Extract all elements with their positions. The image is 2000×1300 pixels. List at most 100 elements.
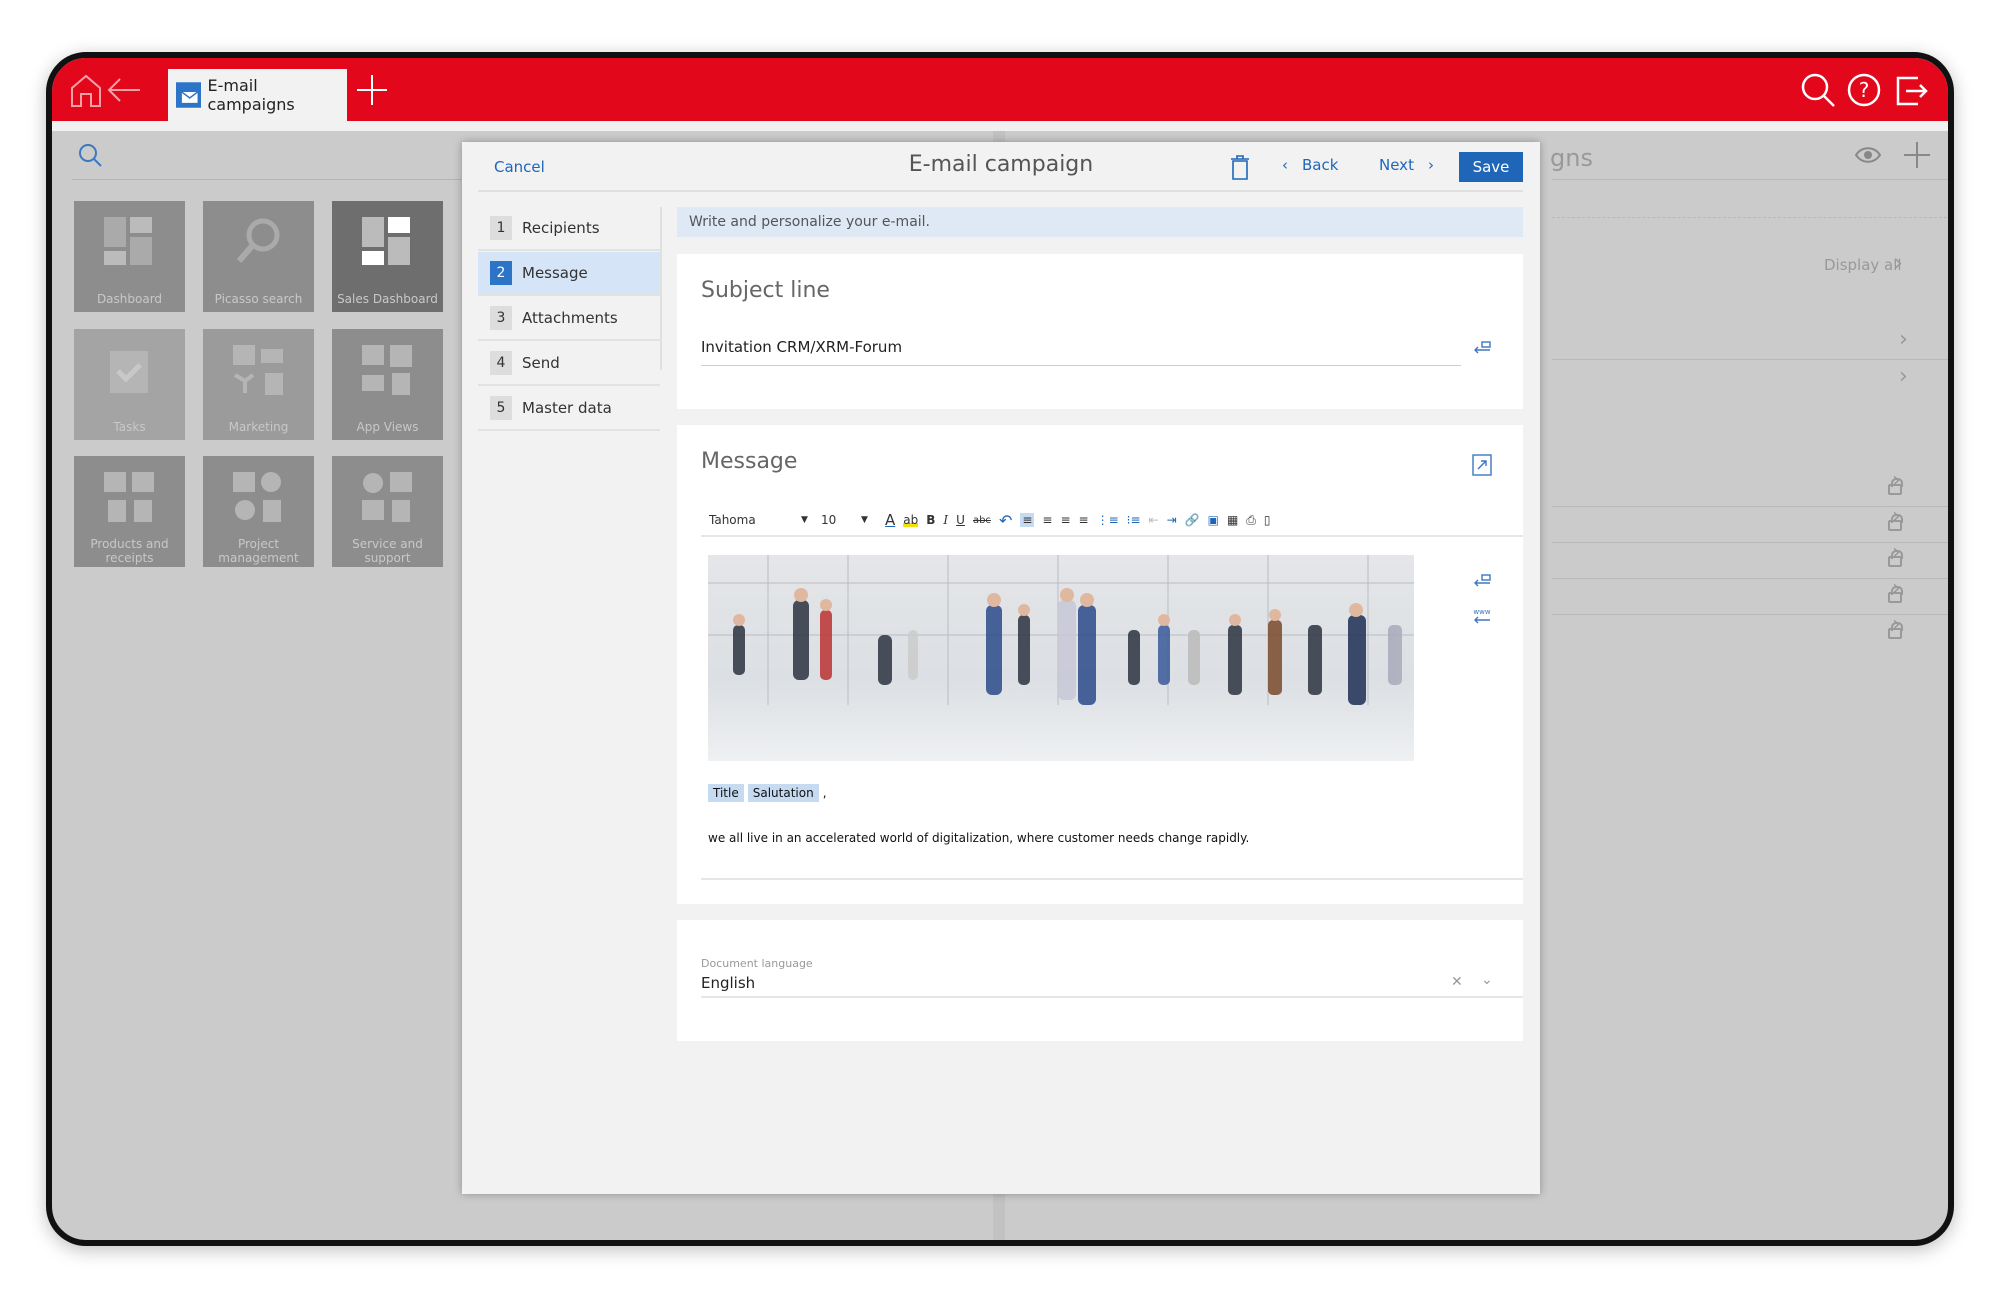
back-arrow-icon[interactable] — [104, 70, 144, 110]
search-icon[interactable] — [77, 142, 105, 170]
align-center-icon[interactable]: ≡ — [1042, 513, 1052, 527]
svg-text:www: www — [1473, 608, 1490, 616]
insert-field-icon[interactable] — [1472, 573, 1492, 591]
top-bar: E-mail campaigns ? — [52, 58, 1948, 121]
help-icon[interactable]: ? — [1844, 70, 1884, 110]
trash-icon[interactable] — [1230, 154, 1250, 180]
service-icon — [362, 472, 412, 522]
products-icon — [104, 472, 154, 522]
chevron-right-icon[interactable]: › — [1899, 327, 1908, 352]
document-language-label: Document language — [701, 957, 813, 970]
tile-marketing[interactable]: Marketing — [203, 329, 314, 440]
chevron-right-icon[interactable]: › — [1892, 540, 1901, 565]
step-master-data[interactable]: 5 Master data — [478, 387, 660, 431]
source-icon[interactable]: ▯ — [1264, 513, 1271, 527]
save-button[interactable]: Save — [1459, 152, 1523, 182]
info-bar: Write and personalize your e-mail. — [677, 207, 1523, 237]
indent-icon[interactable]: ⇥ — [1167, 513, 1177, 527]
outdent-icon[interactable]: ⇤ — [1149, 513, 1159, 527]
align-right-icon[interactable]: ≡ — [1060, 513, 1070, 527]
insert-image-icon[interactable]: ▣ — [1208, 513, 1219, 527]
message-body[interactable]: we all live in an accelerated world of d… — [708, 831, 1249, 845]
document-language-select[interactable]: English — [701, 974, 1523, 998]
step-attachments[interactable]: 3 Attachments — [478, 297, 660, 341]
highlight-icon[interactable]: ab — [903, 513, 919, 527]
next-button[interactable]: Next › — [1379, 156, 1434, 174]
panel-title: gns — [1550, 144, 1593, 172]
strikethrough-icon[interactable]: abc — [973, 515, 991, 526]
tile-picasso-search[interactable]: Picasso search — [203, 201, 314, 312]
step-send[interactable]: 4 Send — [478, 342, 660, 386]
message-card: Message Tahoma ▼ 10 ▼ A ab B I U abc ↶ ≡ ≡… — [677, 425, 1523, 904]
salutation-line: Title Salutation , — [708, 784, 827, 802]
link-icon[interactable]: 🔗 — [1185, 513, 1200, 527]
plus-icon[interactable] — [1904, 142, 1930, 168]
dashboard-icon — [104, 217, 152, 265]
tile-tasks[interactable]: Tasks — [74, 329, 185, 440]
chevron-right-icon[interactable]: › — [1892, 612, 1901, 637]
tile-app-views[interactable]: App Views — [332, 329, 443, 440]
dashboard-icon — [362, 217, 410, 265]
subject-card: Subject line Invitation CRM/XRM-Forum — [677, 254, 1523, 409]
tile-products-and-receipts[interactable]: Products and receipts — [74, 456, 185, 567]
email-campaign-icon — [176, 82, 202, 108]
svg-text:?: ? — [1859, 78, 1870, 102]
back-button[interactable]: ‹ Back — [1282, 156, 1338, 174]
editor-toolbar: Tahoma ▼ 10 ▼ A ab B I U abc ↶ ≡ ≡ ≡ ≡ ⋮≡ … — [701, 505, 1523, 537]
email-campaign-dialog: Cancel E-mail campaign ‹ Back Next › Save … — [462, 142, 1540, 1194]
undo-icon[interactable]: ↶ — [999, 511, 1012, 530]
tab-label: E-mail campaigns — [207, 76, 295, 114]
step-recipients[interactable]: 1 Recipients — [478, 207, 660, 251]
search-icon — [236, 218, 280, 263]
caret-down-icon[interactable]: ▼ — [861, 515, 881, 525]
logout-icon[interactable] — [1890, 70, 1930, 110]
salutation-placeholder-tag[interactable]: Salutation — [747, 784, 819, 802]
chevron-right-icon: › — [1427, 156, 1434, 174]
insert-field-icon[interactable] — [1472, 340, 1492, 358]
align-left-icon[interactable]: ≡ — [1020, 513, 1035, 527]
tile-sales-dashboard[interactable]: Sales Dashboard — [332, 201, 443, 312]
title-placeholder-tag[interactable]: Title — [708, 784, 744, 802]
tab-email-campaigns[interactable]: E-mail campaigns — [168, 69, 347, 121]
justify-icon[interactable]: ≡ — [1079, 513, 1089, 527]
tile-project-management[interactable]: Project management — [203, 456, 314, 567]
print-icon[interactable]: ⎙ — [1246, 513, 1256, 528]
divider — [72, 179, 462, 180]
tile-service-and-support[interactable]: Service and support — [332, 456, 443, 567]
font-color-icon[interactable]: A — [885, 511, 895, 529]
header-image — [708, 555, 1414, 761]
table-icon[interactable]: ▦ — [1227, 513, 1238, 527]
unordered-list-icon[interactable]: ⁝≡ — [1127, 513, 1141, 527]
subject-heading: Subject line — [701, 278, 830, 303]
chevron-down-icon[interactable]: ⌄ — [1481, 972, 1493, 988]
chevron-right-icon[interactable]: › — [1894, 251, 1903, 276]
ordered-list-icon[interactable]: ⋮≡ — [1097, 513, 1119, 527]
project-icon — [233, 472, 281, 522]
chevron-left-icon: ‹ — [1282, 156, 1288, 174]
chevron-right-icon[interactable]: › — [1892, 576, 1901, 601]
caret-down-icon[interactable]: ▼ — [801, 515, 821, 525]
insert-link-field-icon[interactable]: www — [1472, 607, 1492, 627]
search-icon[interactable] — [1798, 70, 1838, 110]
chevron-right-icon[interactable]: › — [1892, 468, 1901, 493]
underline-icon[interactable]: U — [956, 513, 965, 527]
display-all-link[interactable]: Display all — [1824, 256, 1902, 274]
clear-icon[interactable]: ✕ — [1451, 974, 1463, 990]
message-heading: Message — [701, 449, 798, 474]
expand-icon[interactable] — [1472, 454, 1492, 476]
eye-icon[interactable] — [1854, 145, 1882, 165]
language-card: Document language English ✕ ⌄ — [677, 920, 1523, 1041]
bold-icon[interactable]: B — [926, 513, 935, 527]
font-select[interactable]: Tahoma — [701, 513, 801, 527]
step-message[interactable]: 2 Message — [478, 252, 660, 296]
subject-input[interactable]: Invitation CRM/XRM-Forum — [701, 338, 1461, 366]
plus-icon[interactable] — [352, 70, 392, 110]
chevron-right-icon[interactable]: › — [1892, 504, 1901, 529]
marketing-icon — [233, 345, 283, 395]
italic-icon[interactable]: I — [943, 513, 948, 527]
app-views-icon — [362, 345, 412, 395]
home-icon[interactable] — [66, 70, 106, 110]
tile-dashboard[interactable]: Dashboard — [74, 201, 185, 312]
font-size-select[interactable]: 10 — [821, 513, 861, 527]
chevron-right-icon[interactable]: › — [1899, 364, 1908, 389]
